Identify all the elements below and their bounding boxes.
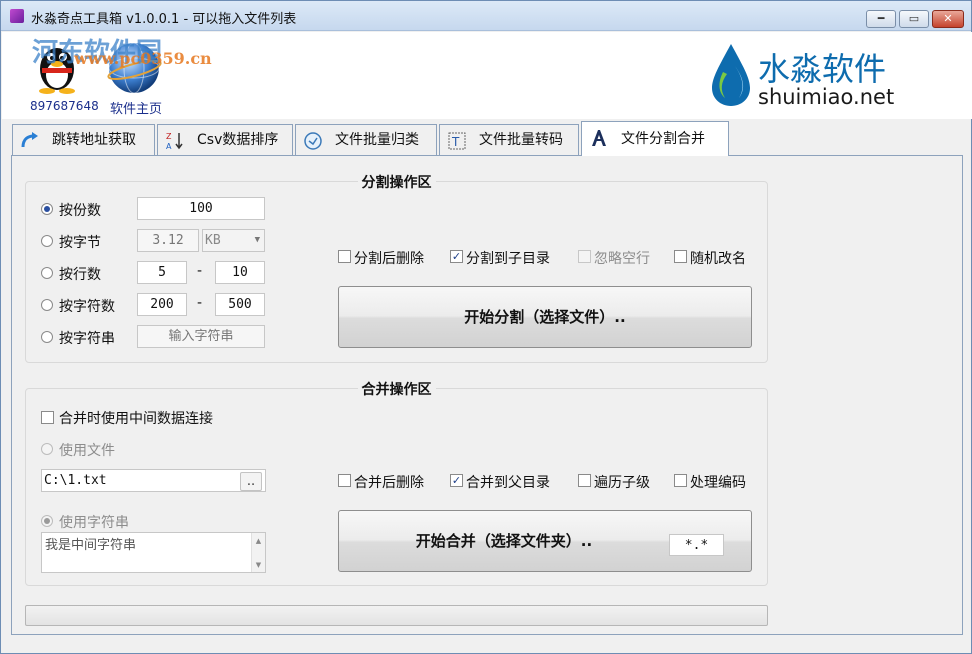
chevron-down-icon: ▼ — [254, 235, 260, 245]
bytes-input[interactable]: 3.12 — [137, 229, 199, 252]
middle-string-text: 我是中间字符串 — [45, 538, 137, 553]
radio-by-bytes[interactable] — [41, 235, 53, 247]
chars-from-input[interactable]: 200 — [137, 293, 187, 316]
tab-label: 文件分割合并 — [621, 131, 705, 147]
ignore-blank-label: 忽略空行 — [594, 251, 650, 267]
tab-file-split-merge[interactable]: 文件分割合并 — [581, 121, 729, 156]
start-split-button[interactable]: 开始分割（选择文件）.. — [338, 286, 752, 348]
app-icon — [10, 9, 24, 23]
split-subdir-label: 分割到子目录 — [466, 251, 550, 267]
radio-by-lines[interactable] — [41, 267, 53, 279]
radio-use-file[interactable] — [41, 443, 53, 455]
range-dash: - — [197, 295, 203, 311]
merge-delete-checkbox[interactable] — [338, 474, 351, 487]
handle-encoding-label: 处理编码 — [690, 475, 746, 491]
brand-domain: shuimiao.net — [758, 85, 895, 109]
water-drop-logo-icon — [712, 44, 750, 106]
split-merge-icon — [592, 130, 606, 146]
homepage-link[interactable]: 软件主页 — [110, 98, 162, 117]
use-middle-label: 合并时使用中间数据连接 — [59, 411, 213, 427]
radio-by-string[interactable] — [41, 331, 53, 343]
radio-by-chars[interactable] — [41, 299, 53, 311]
title-bar[interactable]: 水淼奇点工具箱 v1.0.0.1 - 可以拖入文件列表 ━ ▭ ✕ — [1, 1, 971, 31]
start-merge-label: 开始合并（选择文件夹）.. — [415, 532, 593, 550]
redirect-arrow-icon — [21, 132, 38, 148]
split-delete-label: 分割后删除 — [354, 251, 424, 267]
traverse-sub-label: 遍历子级 — [594, 475, 650, 491]
by-bytes-label: 按字节 — [59, 235, 101, 251]
by-lines-label: 按行数 — [59, 267, 101, 283]
merge-filter-input[interactable]: *.* — [669, 534, 724, 556]
handle-encoding-checkbox[interactable] — [674, 474, 687, 487]
minimize-button[interactable]: ━ — [866, 10, 896, 28]
chars-to-input[interactable]: 500 — [215, 293, 265, 316]
window-title: 水淼奇点工具箱 v1.0.0.1 - 可以拖入文件列表 — [31, 12, 297, 27]
middle-string-textarea[interactable]: 我是中间字符串 ▲ ▼ — [41, 532, 266, 573]
radio-by-count[interactable] — [41, 203, 53, 215]
svg-text:A: A — [166, 142, 172, 151]
radio-use-string[interactable] — [41, 515, 53, 527]
split-subdir-checkbox[interactable]: ✓ — [450, 250, 463, 263]
brand-name: 水淼软件 — [758, 50, 887, 88]
ignore-blank-checkbox[interactable] — [578, 250, 591, 263]
merge-delete-label: 合并后删除 — [354, 475, 424, 491]
by-chars-label: 按字符数 — [59, 299, 115, 315]
header-banner: 河东软件园 www.pc0359.cn 897687648 软件主页 水淼软件 … — [2, 32, 972, 119]
svg-text:T: T — [451, 135, 460, 149]
random-rename-checkbox[interactable] — [674, 250, 687, 263]
tab-label: 文件批量转码 — [479, 132, 563, 148]
by-string-label: 按字符串 — [59, 331, 115, 347]
app-window: 水淼奇点工具箱 v1.0.0.1 - 可以拖入文件列表 ━ ▭ ✕ 河东软件园 … — [0, 0, 972, 654]
classify-icon — [304, 132, 322, 150]
lines-to-input[interactable]: 10 — [215, 261, 265, 284]
textarea-scrollbar[interactable]: ▲ ▼ — [251, 533, 265, 572]
use-file-label: 使用文件 — [59, 443, 115, 459]
merge-parent-checkbox[interactable]: ✓ — [450, 474, 463, 487]
merge-group-title: 合并操作区 — [357, 382, 436, 398]
browse-file-button[interactable]: .. — [240, 472, 262, 491]
tab-batch-transcode[interactable]: T 文件批量转码 — [439, 124, 579, 155]
split-string-input[interactable]: 输入字符串 — [137, 325, 265, 348]
unit-value: KB — [205, 233, 221, 248]
tab-label: 跳转地址获取 — [52, 132, 136, 148]
split-group-title: 分割操作区 — [357, 175, 436, 191]
watermark-url: www.pc0359.cn — [74, 49, 212, 68]
split-delete-checkbox[interactable] — [338, 250, 351, 263]
use-middle-checkbox[interactable] — [41, 411, 54, 424]
tab-label: 文件批量归类 — [335, 132, 419, 148]
middle-file-path-input[interactable]: C:\1.txt — [41, 469, 266, 492]
traverse-sub-checkbox[interactable] — [578, 474, 591, 487]
sort-az-icon: Z A — [166, 132, 183, 151]
tab-label: Csv数据排序 — [197, 132, 279, 148]
lines-from-input[interactable]: 5 — [137, 261, 187, 284]
tab-csv-sort[interactable]: Z A Csv数据排序 — [157, 124, 293, 155]
scroll-up-icon[interactable]: ▲ — [252, 537, 265, 545]
range-dash: - — [197, 263, 203, 279]
transcode-icon: T — [448, 132, 466, 150]
scroll-down-icon[interactable]: ▼ — [252, 561, 265, 569]
svg-text:Z: Z — [166, 132, 172, 141]
use-string-label: 使用字符串 — [59, 515, 129, 531]
bytes-unit-select[interactable]: KB ▼ — [202, 229, 265, 252]
tab-redirect[interactable]: 跳转地址获取 — [12, 124, 155, 155]
random-rename-label: 随机改名 — [690, 251, 746, 267]
progress-bar — [25, 605, 768, 626]
merge-parent-label: 合并到父目录 — [466, 475, 550, 491]
close-button[interactable]: ✕ — [932, 10, 964, 28]
count-input[interactable]: 100 — [137, 197, 265, 220]
tab-batch-classify[interactable]: 文件批量归类 — [295, 124, 437, 155]
qq-number[interactable]: 897687648 — [30, 99, 99, 113]
maximize-button[interactable]: ▭ — [899, 10, 929, 28]
by-count-label: 按份数 — [59, 203, 101, 219]
